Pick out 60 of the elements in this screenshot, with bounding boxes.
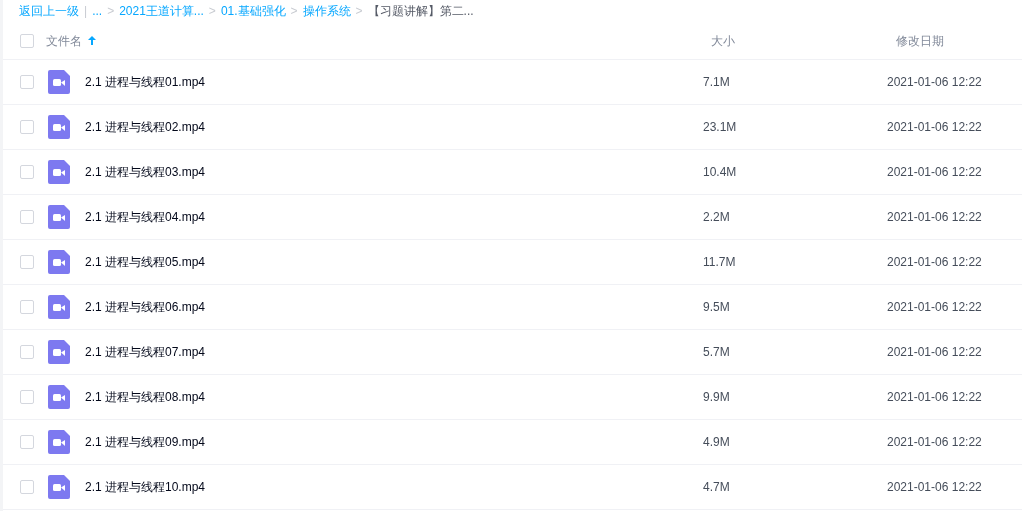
file-size: 7.1M (703, 75, 730, 89)
modified-date: 2021-01-06 12:22 (887, 390, 982, 404)
file-size: 5.7M (703, 345, 730, 359)
checkbox[interactable] (20, 120, 34, 134)
checkbox[interactable] (20, 435, 34, 449)
file-name[interactable]: 2.1 进程与线程03.mp4 (85, 163, 206, 181)
checkbox[interactable] (20, 255, 34, 269)
file-size: 23.1M (703, 120, 737, 134)
column-header[interactable]: 修改日期 (890, 33, 944, 48)
video-file-icon (48, 250, 70, 274)
checkbox[interactable] (20, 165, 34, 179)
breadcrumb-separator: > (107, 3, 115, 20)
modified-date: 2021-01-06 12:22 (887, 435, 982, 449)
file-name[interactable]: 2.1 进程与线程10.mp4 (85, 478, 206, 496)
checkbox[interactable] (20, 300, 34, 314)
column-header[interactable]: 大小 (703, 33, 735, 48)
file-name[interactable]: 2.1 进程与线程07.mp4 (85, 343, 206, 361)
column-header[interactable]: 文件名 (46, 31, 82, 50)
modified-date: 2021-01-06 12:22 (887, 120, 982, 134)
checkbox[interactable] (20, 33, 34, 48)
video-file-icon (48, 475, 70, 499)
video-file-icon (48, 295, 70, 319)
modified-date: 2021-01-06 12:22 (887, 75, 982, 89)
file-name[interactable]: 2.1 进程与线程06.mp4 (85, 298, 206, 316)
checkbox[interactable] (20, 75, 34, 89)
modified-date: 2021-01-06 12:22 (887, 300, 982, 314)
breadcrumb-current: 【习题讲解】第二... (367, 3, 474, 20)
file-name[interactable]: 2.1 进程与线程02.mp4 (85, 118, 206, 136)
file-size: 11.7M (703, 255, 736, 269)
video-file-icon (48, 385, 70, 409)
modified-date: 2021-01-06 12:22 (887, 345, 982, 359)
video-file-icon (48, 340, 70, 364)
breadcrumb-divider: | (84, 3, 88, 20)
checkbox[interactable] (20, 210, 34, 224)
video-file-icon (48, 205, 70, 229)
file-size: 4.9M (703, 435, 730, 449)
checkbox[interactable] (20, 480, 34, 494)
modified-date: 2021-01-06 12:22 (887, 165, 982, 179)
file-name[interactable]: 2.1 进程与线程01.mp4 (85, 73, 206, 91)
file-size: 4.7M (703, 480, 730, 494)
file-size: 9.5M (703, 300, 730, 314)
file-name[interactable]: 2.1 进程与线程05.mp4 (85, 253, 206, 271)
modified-date: 2021-01-06 12:22 (887, 210, 982, 224)
video-file-icon (48, 115, 70, 139)
breadcrumb-separator: > (208, 3, 216, 20)
file-name[interactable]: 2.1 进程与线程08.mp4 (85, 388, 206, 406)
video-file-icon (48, 70, 70, 94)
breadcrumb-separator: > (290, 3, 298, 20)
file-name[interactable]: 2.1 进程与线程09.mp4 (85, 433, 206, 451)
checkbox[interactable] (20, 390, 34, 404)
file-size: 9.9M (703, 390, 730, 404)
modified-date: 2021-01-06 12:22 (887, 255, 982, 269)
video-file-icon (48, 430, 70, 454)
checkbox[interactable] (20, 345, 34, 359)
file-size: 10.4M (703, 165, 737, 179)
modified-date: 2021-01-06 12:22 (887, 480, 982, 494)
video-file-icon (48, 160, 70, 184)
file-size: 2.2M (703, 210, 730, 224)
file-name[interactable]: 2.1 进程与线程04.mp4 (85, 208, 206, 226)
breadcrumb-separator: > (355, 3, 363, 20)
